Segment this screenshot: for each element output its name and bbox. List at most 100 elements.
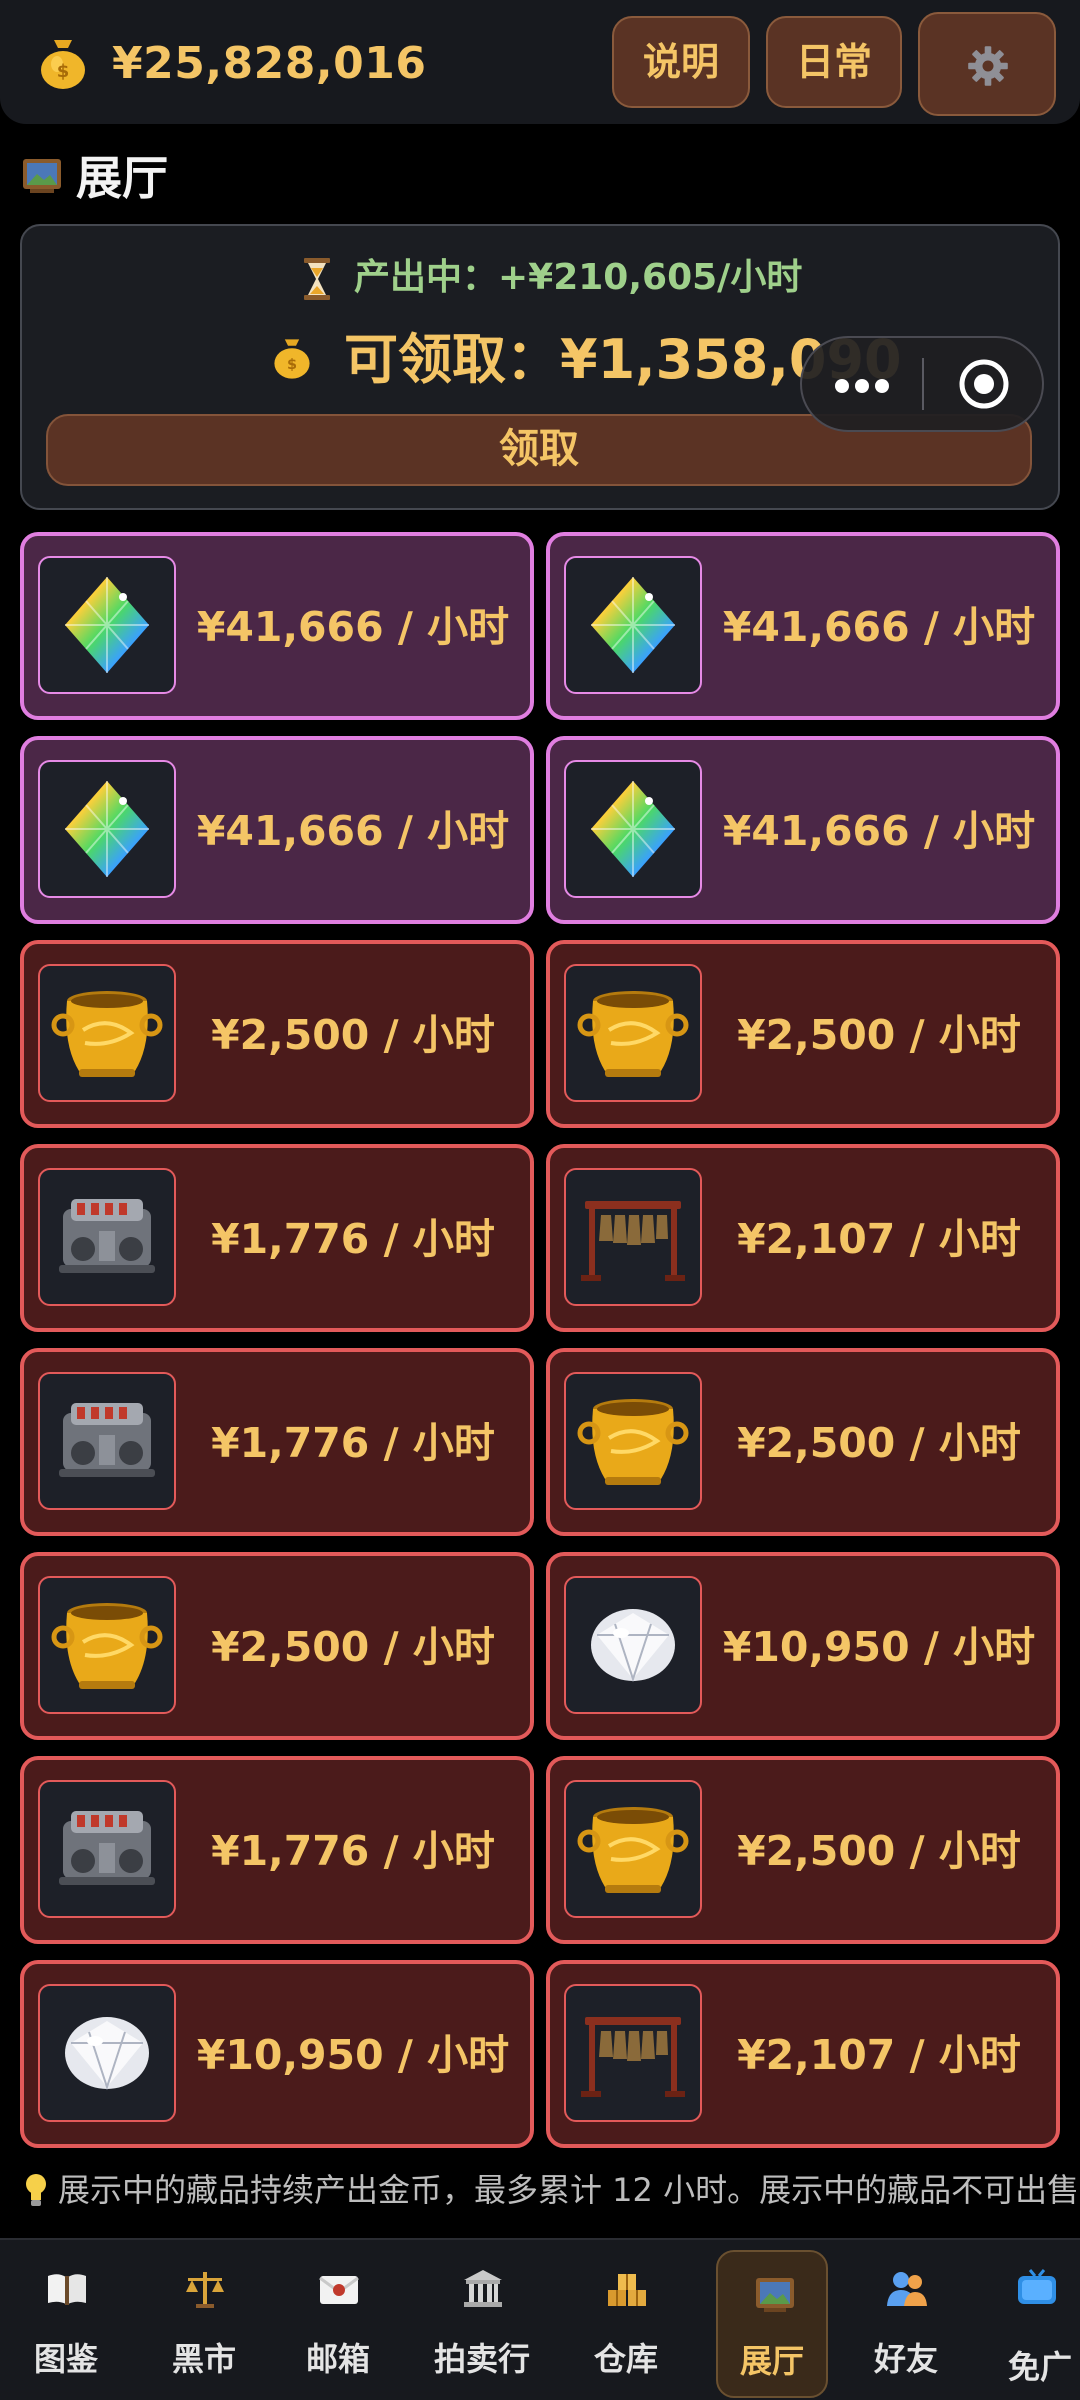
exhibit-thumbnail xyxy=(564,1576,702,1714)
exhibit-rate: ¥41,666 / 小时 xyxy=(196,807,510,855)
nav-label: 免广 xyxy=(1008,2348,1073,2386)
exhibit-card[interactable]: ¥41,666 / 小时 xyxy=(20,736,534,924)
exhibit-thumbnail xyxy=(38,556,176,694)
exhibit-card[interactable]: ¥41,666 / 小时 xyxy=(546,532,1060,720)
exhibit-rate: ¥1,776 / 小时 xyxy=(211,1419,495,1467)
exhibit-rate: ¥2,500 / 小时 xyxy=(737,1827,1021,1875)
exhibit-rate: ¥2,500 / 小时 xyxy=(211,1011,495,1059)
exhibit-thumbnail xyxy=(38,760,176,898)
help-button[interactable]: 说明 xyxy=(612,16,750,108)
engine-icon xyxy=(59,1199,155,1273)
exhibit-card[interactable]: ¥2,500 / 小时 xyxy=(546,1348,1060,1536)
chime-bells-icon xyxy=(581,2017,685,2097)
exhibit-rate: ¥1,776 / 小时 xyxy=(211,1215,495,1263)
money-bag-icon: $ xyxy=(41,40,85,89)
exhibit-card[interactable]: ¥2,500 / 小时 xyxy=(546,940,1060,1128)
nav-label: 图鉴 xyxy=(33,2340,98,2378)
exhibit-thumbnail xyxy=(38,1984,176,2122)
exhibit-card[interactable]: ¥1,776 / 小时 xyxy=(20,1144,534,1332)
nav-label: 仓库 xyxy=(593,2340,658,2378)
exhibit-thumbnail xyxy=(564,760,702,898)
exhibit-rate: ¥41,666 / 小时 xyxy=(196,603,510,651)
balance-amount: ¥25,828,016 xyxy=(112,38,427,89)
nav-item[interactable]: 拍卖行 xyxy=(422,2246,542,2396)
nav-item[interactable]: 免广 xyxy=(976,2246,1080,2396)
daily-button[interactable]: 日常 xyxy=(766,16,902,108)
exhibit-rate: ¥2,500 / 小时 xyxy=(737,1011,1021,1059)
boxes-icon xyxy=(608,2274,646,2306)
close-target-icon[interactable] xyxy=(924,338,1044,430)
exhibit-card[interactable]: ¥2,107 / 小时 xyxy=(546,1960,1060,2148)
rainbow-gem-icon xyxy=(65,577,149,673)
more-icon[interactable] xyxy=(802,338,922,430)
exhibit-card[interactable]: ¥10,950 / 小时 xyxy=(546,1552,1060,1740)
golden-pot-icon xyxy=(577,991,689,1077)
exhibit-rate: ¥10,950 / 小时 xyxy=(196,2031,510,2079)
nav-label: 邮箱 xyxy=(305,2340,370,2378)
exhibit-rate: ¥2,500 / 小时 xyxy=(211,1623,495,1671)
gallery-icon xyxy=(23,159,61,193)
exhibit-card[interactable]: ¥2,500 / 小时 xyxy=(546,1756,1060,1944)
nav-item[interactable]: 邮箱 xyxy=(278,2246,398,2396)
friends-icon xyxy=(887,2272,927,2306)
diamond-icon xyxy=(591,1609,675,1683)
exhibit-card[interactable]: ¥1,776 / 小时 xyxy=(20,1756,534,1944)
rainbow-gem-icon xyxy=(591,781,675,877)
diamond-icon xyxy=(65,2017,149,2091)
money-bag-icon: $ xyxy=(274,339,310,379)
exhibit-thumbnail xyxy=(564,1984,702,2122)
lightbulb-icon xyxy=(26,2174,46,2206)
nav-item[interactable]: 展厅 xyxy=(716,2250,828,2398)
golden-pot-icon xyxy=(51,1603,163,1689)
golden-pot-icon xyxy=(51,991,163,1077)
exhibit-card[interactable]: ¥41,666 / 小时 xyxy=(20,532,534,720)
svg-text:$: $ xyxy=(287,357,297,373)
exhibit-rate: ¥2,107 / 小时 xyxy=(737,1215,1021,1263)
exhibit-thumbnail xyxy=(38,1576,176,1714)
tv-icon xyxy=(1018,2269,1056,2304)
nav-label: 拍卖行 xyxy=(433,2340,530,2378)
exhibit-thumbnail xyxy=(38,964,176,1102)
rainbow-gem-icon xyxy=(591,577,675,673)
nav-item[interactable]: 好友 xyxy=(846,2246,966,2396)
exhibit-thumbnail xyxy=(38,1372,176,1510)
exhibit-rate: ¥10,950 / 小时 xyxy=(722,1623,1036,1671)
page-title: 展厅 xyxy=(76,151,168,205)
exhibit-card[interactable]: ¥2,500 / 小时 xyxy=(20,1552,534,1740)
exhibit-card[interactable]: ¥10,950 / 小时 xyxy=(20,1960,534,2148)
nav-item[interactable]: 仓库 xyxy=(566,2246,686,2396)
exhibit-thumbnail xyxy=(564,1780,702,1918)
gear-icon xyxy=(968,46,1008,86)
exhibit-rate: ¥41,666 / 小时 xyxy=(722,807,1036,855)
svg-text:$: $ xyxy=(57,61,70,82)
exhibit-thumbnail xyxy=(564,1168,702,1306)
mail-icon xyxy=(319,2276,359,2304)
golden-pot-icon xyxy=(577,1399,689,1485)
golden-pot-icon xyxy=(577,1807,689,1893)
nav-item[interactable]: 黑市 xyxy=(144,2246,264,2396)
book-icon xyxy=(48,2274,86,2305)
exhibit-rate: ¥41,666 / 小时 xyxy=(722,603,1036,651)
exhibit-rate: ¥1,776 / 小时 xyxy=(211,1827,495,1875)
nav-label: 好友 xyxy=(873,2340,938,2378)
footnote-text: 展示中的藏品持续产出金币，最多累计 12 小时。展示中的藏品不可出售 xyxy=(58,2171,1080,2209)
exhibit-thumbnail xyxy=(38,1780,176,1918)
engine-icon xyxy=(59,1811,155,1885)
exhibit-thumbnail xyxy=(564,964,702,1102)
exhibit-card[interactable]: ¥2,500 / 小时 xyxy=(20,940,534,1128)
nav-item[interactable]: 图鉴 xyxy=(6,2246,126,2396)
exhibit-thumbnail xyxy=(564,1372,702,1510)
exhibit-thumbnail xyxy=(38,1168,176,1306)
settings-button[interactable] xyxy=(918,12,1056,116)
auction-house-icon xyxy=(464,2270,502,2307)
exhibit-card[interactable]: ¥1,776 / 小时 xyxy=(20,1348,534,1536)
miniprogram-capsule xyxy=(800,336,1044,432)
exhibit-rate: ¥2,107 / 小时 xyxy=(737,2031,1021,2079)
hourglass-icon xyxy=(304,258,330,300)
nav-label: 黑市 xyxy=(171,2340,236,2378)
rainbow-gem-icon xyxy=(65,781,149,877)
engine-icon xyxy=(59,1403,155,1477)
exhibit-card[interactable]: ¥41,666 / 小时 xyxy=(546,736,1060,924)
exhibit-card[interactable]: ¥2,107 / 小时 xyxy=(546,1144,1060,1332)
nav-label: 展厅 xyxy=(739,2342,804,2380)
